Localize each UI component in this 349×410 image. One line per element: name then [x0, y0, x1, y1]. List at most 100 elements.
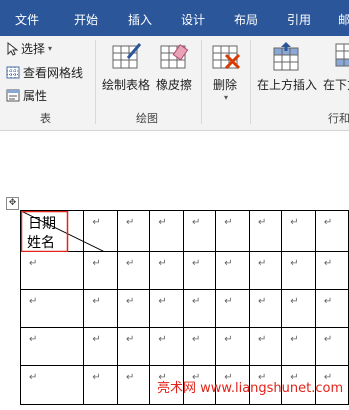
paragraph-mark: ↵ [158, 217, 167, 228]
draw-group-label: 绘图 [136, 112, 158, 125]
table-cell[interactable]: ↵ [19, 365, 85, 405]
table-group-label: 表 [40, 112, 51, 125]
tab-layout[interactable]: 布局 [234, 11, 258, 28]
tab-references[interactable]: 引用 [287, 11, 311, 28]
paragraph-mark: ↵ [92, 258, 101, 269]
paragraph-mark: ↵ [158, 334, 167, 345]
properties-icon [6, 89, 20, 102]
table-cell[interactable]: ↵ [248, 251, 283, 290]
table-cell[interactable]: ↵ [83, 251, 119, 290]
paragraph-mark: ↵ [126, 372, 135, 383]
table-cell[interactable]: ↵ [149, 251, 184, 290]
table-cell[interactable]: ↵ [117, 365, 151, 405]
eraser-icon [160, 44, 189, 69]
table-cell[interactable]: ↵ [182, 251, 217, 290]
tab-home[interactable]: 开始 [74, 11, 98, 28]
table-cell[interactable]: ↵ [215, 327, 250, 366]
table-cell[interactable]: ↵ [215, 210, 250, 252]
eraser-button[interactable]: 橡皮擦 [154, 36, 196, 106]
paragraph-mark: ↵ [257, 296, 267, 307]
chevron-down-icon: ▾ [224, 93, 229, 102]
table-cell[interactable]: ↵ [117, 327, 151, 366]
tab-design[interactable]: 设计 [181, 11, 205, 28]
tab-mailings[interactable]: 邮 [338, 11, 349, 28]
paragraph-mark: ↵ [126, 258, 135, 269]
paragraph-mark: ↵ [290, 296, 299, 307]
paragraph-mark: ↵ [158, 258, 167, 269]
eraser-label: 橡皮擦 [156, 78, 193, 92]
properties-label: 属性 [23, 89, 48, 103]
table-cell[interactable]: ↵ [83, 327, 119, 366]
group-divider [201, 40, 202, 124]
table-cell[interactable]: ↵ [314, 251, 349, 290]
cursor-icon [7, 41, 18, 56]
insert-above-button[interactable]: 在上方插入 [254, 36, 320, 106]
table-row: 日期 姓名 ↵ ↵ ↵ ↵ ↵ ↵ ↵ ↵ [19, 210, 349, 252]
table-cell[interactable]: ↵ [281, 251, 316, 290]
table-cell[interactable]: ↵ [117, 251, 151, 290]
table-cell[interactable]: ↵ [149, 327, 184, 366]
select-button[interactable]: 选择 ▾ [6, 40, 52, 57]
table-row: ↵ ↵ ↵ ↵ ↵ ↵ ↵ ↵ ↵ [19, 327, 349, 366]
paragraph-mark: ↵ [92, 334, 101, 345]
paragraph-mark: ↵ [126, 296, 135, 307]
insert-above-label: 在上方插入 [257, 78, 318, 92]
insert-below-label: 在下方 [323, 78, 349, 92]
tab-insert[interactable]: 插入 [128, 11, 152, 28]
paragraph-mark: ↵ [257, 217, 267, 228]
paragraph-mark: ↵ [29, 296, 38, 307]
table-cell[interactable]: ↵ [19, 289, 85, 328]
group-divider [95, 40, 96, 124]
table-cell[interactable]: ↵ [248, 289, 283, 328]
table-cell[interactable]: ↵ [182, 210, 217, 252]
table-cell[interactable]: ↵ [248, 210, 283, 252]
table-cell[interactable]: ↵ [314, 289, 349, 328]
table-cell[interactable]: ↵ [248, 327, 283, 366]
view-gridlines-button[interactable]: 查看网格线 [6, 64, 83, 81]
table-cell[interactable]: ↵ [281, 210, 316, 252]
paragraph-mark: ↵ [257, 258, 267, 269]
tab-file[interactable]: 文件 [15, 11, 39, 28]
diagonal-header-cell[interactable]: 日期 姓名 [19, 210, 105, 252]
table-cell[interactable]: ↵ [19, 251, 85, 290]
properties-button[interactable]: 属性 [6, 87, 47, 104]
paragraph-mark: ↵ [323, 217, 333, 228]
paragraph-mark: ↵ [257, 334, 267, 345]
draw-table-button[interactable]: 绘制表格 [100, 36, 152, 106]
group-divider [250, 40, 251, 124]
table-cell[interactable]: ↵ [215, 289, 250, 328]
table-cell[interactable]: ↵ [182, 289, 217, 328]
paragraph-mark: ↵ [126, 217, 135, 228]
insert-below-button[interactable]: 在下方 [322, 36, 349, 106]
paragraph-mark: ↵ [29, 258, 38, 269]
table-cell[interactable]: ↵ [117, 210, 151, 252]
delete-button[interactable]: 删除 ▾ [207, 36, 247, 106]
paragraph-mark: ↵ [323, 296, 333, 307]
paragraph-mark: ↵ [29, 334, 38, 345]
table-row: ↵ ↵ ↵ ↵ ↵ ↵ ↵ ↵ ↵ [19, 289, 349, 328]
gridlines-label: 查看网格线 [23, 66, 84, 80]
table-cell[interactable]: ↵ [182, 327, 217, 366]
paragraph-mark: ↵ [126, 334, 135, 345]
table-cell[interactable]: ↵ [149, 210, 184, 252]
table-cell[interactable]: ↵ [83, 365, 119, 405]
paragraph-mark: ↵ [224, 217, 233, 228]
paragraph-mark: ↵ [224, 258, 233, 269]
rows-group-label: 行和 [328, 112, 349, 125]
table-cell[interactable]: ↵ [149, 289, 184, 328]
ribbon-panel: 选择 ▾ 查看网格线 属性 表 绘制表格 橡皮擦 绘图 删除 ▾ 在上方插入 在… [0, 36, 349, 131]
date-header-text: 日期 [28, 216, 56, 232]
table-cell[interactable]: ↵ [281, 289, 316, 328]
table-cell[interactable]: ↵ [314, 327, 349, 366]
table-cell[interactable]: ↵ [314, 210, 349, 252]
paragraph-mark: ↵ [290, 217, 299, 228]
watermark-text: 亮术网 www.liangshunet.com [157, 381, 344, 396]
draw-table-icon [112, 43, 142, 69]
table-cell[interactable]: ↵ [83, 289, 119, 328]
table-cell[interactable]: ↵ [215, 251, 250, 290]
table-cell[interactable]: ↵ [117, 289, 151, 328]
select-label: 选择 [21, 42, 46, 56]
table-cell[interactable]: ↵ [281, 327, 316, 366]
table-move-handle-icon[interactable]: ✥ [6, 197, 19, 210]
table-cell[interactable]: ↵ [19, 327, 85, 366]
